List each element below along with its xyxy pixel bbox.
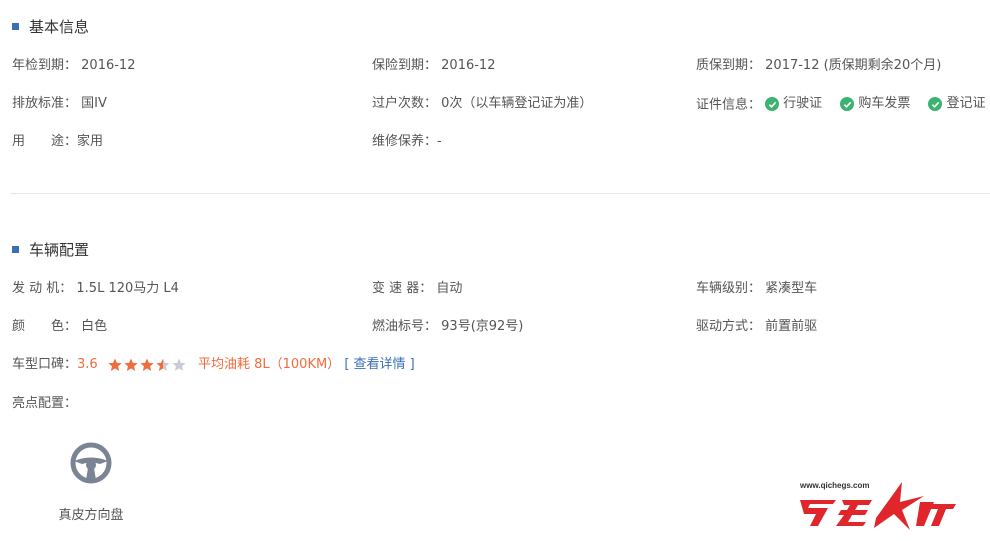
certificate-item: 购车发票 (840, 94, 910, 114)
star-filled-icon (124, 358, 138, 371)
warranty: 质保到期： 2017-12 (质保期剩余20个月) (696, 56, 941, 76)
annual-inspection-label: 年检到期： (12, 58, 78, 73)
basic-title: 基本信息 (29, 18, 90, 36)
engine-value: 1.5L 120马力 L4 (76, 281, 179, 296)
star-filled-icon (108, 358, 122, 371)
config-row-4: 亮点配置： (12, 394, 972, 414)
basic-row-3: 用 途：家用 维修保养：- (12, 132, 972, 152)
highlights: 亮点配置： (12, 394, 77, 414)
config-row-1: 发 动 机： 1.5L 120马力 L4 变 速 器： 自动 车辆级别： 紧凑型… (12, 279, 972, 299)
star-filled-icon (140, 358, 154, 371)
emission-label: 排放标准： (12, 96, 78, 111)
insurance: 保险到期： 2016-12 (372, 56, 495, 76)
usage-value: 家用 (77, 134, 104, 149)
maintenance: 维修保养：- (372, 132, 442, 152)
transmission: 变 速 器： 自动 (372, 279, 462, 299)
certificates: 证件信息： 行驶证 购车发票 登记证 (696, 94, 990, 116)
maintenance-label: 维修保养： (372, 134, 438, 149)
transfers: 过户次数： 0次（以车辆登记证为准） (372, 94, 592, 114)
config-row-2: 颜 色： 白色 燃油标号： 93号(京92号) 驱动方式： 前置前驱 (12, 317, 972, 337)
config-row-3: 车型口碑：3.6 平均油耗 8L（100KM） [ 查看详情 ] (12, 355, 972, 375)
highlight-label: 真皮方向盘 (58, 508, 124, 523)
section-marker (12, 23, 19, 30)
check-icon (765, 97, 780, 111)
annual-inspection: 年检到期： 2016-12 (12, 56, 135, 76)
qichegs-logo: www.qichegs.com (799, 481, 956, 530)
basic-row-1: 年检到期： 2016-12 保险到期： 2016-12 质保到期： 2017-1… (12, 56, 972, 76)
watermark-url: www.qichegs.com (799, 481, 870, 490)
color-value: 白色 (81, 319, 108, 334)
maintenance-value: - (437, 134, 442, 149)
certificate-label: 购车发票 (858, 96, 911, 111)
rating-score: 3.6 (77, 357, 98, 372)
engine: 发 动 机： 1.5L 120马力 L4 (12, 279, 179, 299)
usage: 用 途：家用 (12, 132, 103, 152)
section-title-basic: 基本信息 (12, 16, 89, 37)
view-details-link[interactable]: [ 查看详情 ] (344, 357, 414, 372)
watermark-logo: www.qichegs.com (798, 478, 958, 537)
certificate-label: 登记证 (946, 96, 986, 111)
certificate-item: 行驶证 (765, 94, 822, 114)
star-empty-icon (172, 358, 186, 371)
basic-row-2: 排放标准： 国IV 过户次数： 0次（以车辆登记证为准） 证件信息： 行驶证 购… (12, 94, 985, 114)
transfers-value: 0次（以车辆登记证为准） (441, 96, 593, 111)
config-title: 车辆配置 (29, 241, 90, 259)
steering-wheel-icon (70, 442, 112, 484)
transfers-label: 过户次数： (372, 96, 438, 111)
rating: 车型口碑：3.6 平均油耗 8L（100KM） [ 查看详情 ] (12, 355, 415, 375)
certificates-label: 证件信息： (696, 97, 762, 113)
star-half-icon (156, 358, 170, 371)
fuel-grade: 燃油标号： 93号(京92号) (372, 317, 523, 337)
vehicle-level: 车辆级别： 紧凑型车 (696, 279, 817, 299)
emission-value: 国IV (81, 96, 107, 111)
fuel-consumption: 平均油耗 8L（100KM） (197, 357, 341, 372)
transmission-value: 自动 (436, 281, 463, 296)
drive-type-value: 前置前驱 (765, 319, 818, 334)
insurance-label: 保险到期： (372, 58, 438, 73)
section-divider (10, 193, 990, 194)
vehicle-level-label: 车辆级别： (696, 281, 762, 296)
highlight-item: 真皮方向盘 (56, 442, 126, 523)
rating-stars (108, 358, 188, 372)
emission: 排放标准： 国IV (12, 94, 107, 114)
warranty-label: 质保到期： (696, 58, 762, 73)
vehicle-level-value: 紧凑型车 (765, 281, 818, 296)
certificate-item: 登记证 (928, 94, 985, 114)
section-marker (12, 246, 19, 253)
fuel-grade-value: 93号(京92号) (441, 319, 524, 334)
usage-label: 用 途： (12, 134, 78, 149)
check-icon (928, 97, 943, 111)
annual-inspection-value: 2016-12 (81, 58, 136, 73)
fuel-grade-label: 燃油标号： (372, 319, 438, 334)
insurance-value: 2016-12 (441, 58, 496, 73)
color-label: 颜 色： (12, 319, 78, 334)
certificate-label: 行驶证 (783, 96, 823, 111)
engine-label: 发 动 机： (12, 281, 73, 296)
color: 颜 色： 白色 (12, 317, 107, 337)
section-title-config: 车辆配置 (12, 239, 89, 260)
warranty-value: 2017-12 (质保期剩余20个月) (765, 58, 942, 73)
highlights-label: 亮点配置： (12, 396, 78, 411)
rating-label: 车型口碑： (12, 357, 78, 372)
transmission-label: 变 速 器： (372, 281, 433, 296)
drive-type-label: 驱动方式： (696, 319, 762, 334)
drive-type: 驱动方式： 前置前驱 (696, 317, 817, 337)
check-icon (840, 97, 855, 111)
